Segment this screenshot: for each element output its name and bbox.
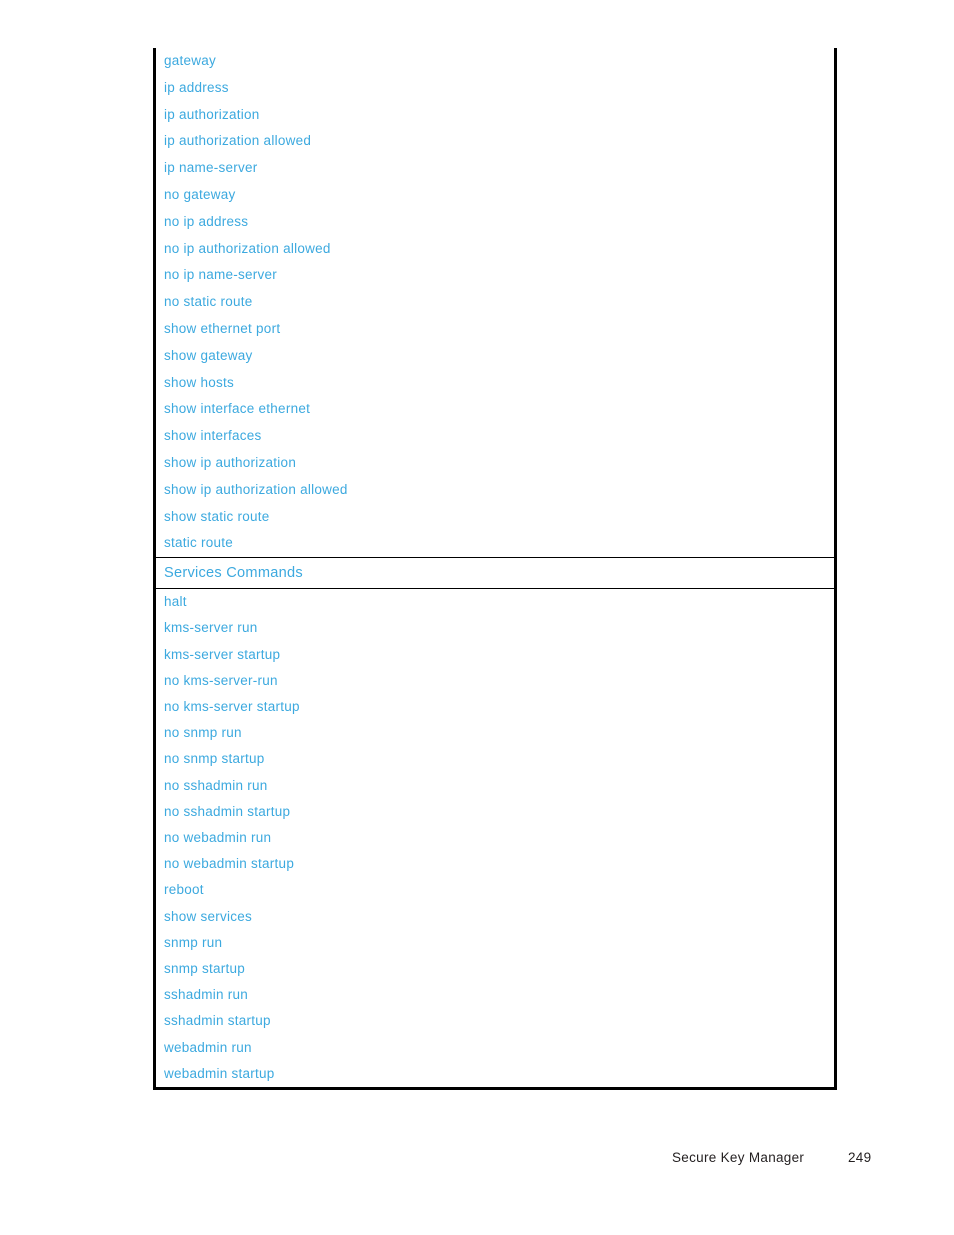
table-row: kms-server startup — [164, 646, 281, 662]
footer-page-number: 249 — [848, 1150, 872, 1165]
table-row: no snmp startup — [164, 751, 265, 767]
page-footer: Secure Key Manager 249 — [0, 1150, 954, 1174]
table-row: reboot — [164, 882, 204, 898]
table-row: ip name-server — [164, 160, 258, 176]
command-group-network: gateway ip address ip authorization ip a… — [156, 48, 834, 557]
table-row: webadmin startup — [164, 1065, 275, 1081]
table-row: show interfaces — [164, 428, 262, 444]
document-page: gateway ip address ip authorization ip a… — [0, 0, 954, 1235]
table-row: sshadmin startup — [164, 1013, 271, 1029]
table-row: no gateway — [164, 186, 236, 202]
table-row: halt — [164, 594, 187, 610]
table-row: snmp startup — [164, 960, 246, 976]
table-row: webadmin run — [164, 1039, 252, 1055]
table-row: ip address — [164, 79, 229, 95]
table-row: no snmp run — [164, 725, 242, 741]
table-row: static route — [164, 535, 234, 551]
table-row: kms-server run — [164, 620, 258, 636]
table-row: show hosts — [164, 374, 235, 390]
table-row: no ip name-server — [164, 267, 278, 283]
table-row: show static route — [164, 508, 270, 524]
table-row: show ip authorization — [164, 454, 297, 470]
table-row: no sshadmin run — [164, 777, 268, 793]
table-row: show interface ethernet — [164, 401, 311, 417]
table-row: show services — [164, 908, 253, 924]
table-row: no ip authorization allowed — [164, 240, 331, 256]
table-row: show gateway — [164, 347, 253, 363]
table-row: no kms-server-run — [164, 672, 278, 688]
table-row: no sshadmin startup — [164, 803, 291, 819]
table-row: show ethernet port — [164, 320, 281, 336]
table-row: no ip address — [164, 213, 249, 229]
table-row: gateway — [164, 53, 217, 68]
table-row: ip authorization allowed — [164, 133, 312, 149]
table-row: no webadmin startup — [164, 856, 295, 872]
table-row: snmp run — [164, 934, 223, 950]
table-row: show ip authorization allowed — [164, 481, 348, 497]
table-row: no webadmin run — [164, 829, 272, 845]
command-group-section-header: Services Commands — [156, 557, 834, 590]
table-row: no static route — [164, 294, 253, 310]
command-group-services: halt kms-server run kms-server startup n… — [156, 589, 834, 1090]
table-row: no kms-server startup — [164, 698, 300, 714]
command-reference-table: gateway ip address ip authorization ip a… — [153, 48, 837, 1090]
footer-document-title: Secure Key Manager — [672, 1150, 805, 1165]
section-heading-services-commands: Services Commands — [164, 565, 303, 582]
table-row: sshadmin run — [164, 987, 249, 1003]
table-row: ip authorization — [164, 106, 260, 122]
